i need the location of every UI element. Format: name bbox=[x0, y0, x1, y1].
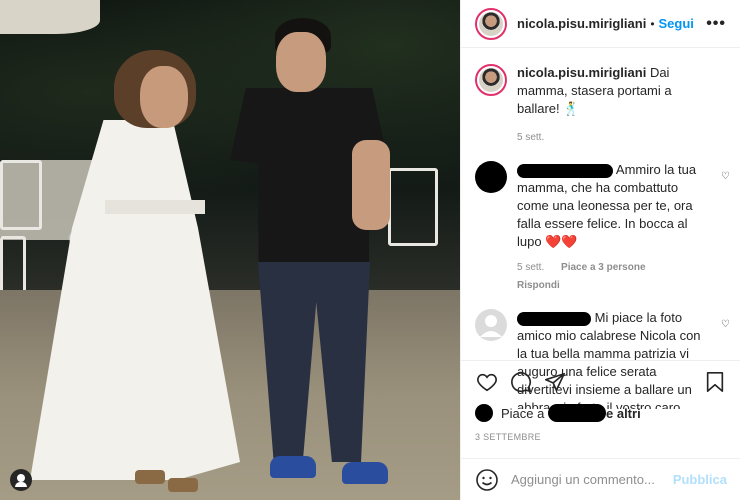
publish-button[interactable]: Pubblica bbox=[673, 472, 727, 487]
woman-shoe bbox=[168, 478, 198, 492]
woman-belt bbox=[105, 200, 205, 214]
likes-suffix: e altri bbox=[606, 405, 641, 421]
post-caption: nicola.pisu.mirigliani Dai mamma, staser… bbox=[461, 48, 740, 118]
likes-summary[interactable]: Piace a e altri bbox=[475, 404, 641, 422]
post-side-panel: nicola.pisu.mirigliani • Segui ••• nicol… bbox=[460, 0, 740, 500]
emoji-icon[interactable] bbox=[475, 468, 499, 492]
background-chair bbox=[0, 160, 42, 230]
caption-time: 5 sett. bbox=[517, 132, 545, 143]
post-actions-bar bbox=[461, 360, 740, 402]
background-umbrella bbox=[0, 0, 100, 34]
comment-like-icon[interactable]: ♡ bbox=[721, 171, 730, 182]
man-shoe bbox=[342, 462, 388, 484]
comment-input[interactable]: Aggiungi un commento... bbox=[511, 472, 655, 487]
comment-avatar[interactable] bbox=[475, 309, 507, 341]
man-arm bbox=[352, 140, 390, 230]
redacted-username bbox=[517, 163, 613, 178]
post-date: 3 SETTEMBRE bbox=[475, 432, 541, 442]
add-comment-bar: Aggiungi un commento... Pubblica bbox=[461, 458, 740, 500]
liker-avatar-redacted bbox=[475, 404, 493, 422]
comment-hearts: ❤️❤️ bbox=[545, 234, 578, 249]
user-tag-icon[interactable] bbox=[10, 469, 32, 491]
share-icon[interactable] bbox=[543, 370, 567, 394]
post-photo[interactable] bbox=[0, 0, 460, 500]
comment-item: Ammiro la tua mamma, che ha combattuto c… bbox=[461, 161, 740, 295]
separator-dot: • bbox=[650, 16, 655, 31]
background-chair bbox=[388, 168, 438, 246]
comment-like-icon[interactable]: ♡ bbox=[721, 319, 730, 330]
redacted-liker bbox=[548, 404, 606, 422]
comment-likes[interactable]: Piace a 3 persone bbox=[561, 262, 646, 273]
heart-icon[interactable] bbox=[475, 370, 499, 394]
caption-avatar[interactable] bbox=[475, 64, 507, 96]
reply-button[interactable]: Rispondi bbox=[517, 280, 560, 291]
follow-button[interactable]: Segui bbox=[659, 16, 694, 31]
more-icon[interactable]: ••• bbox=[706, 15, 726, 33]
likes-prefix: Piace a bbox=[501, 405, 545, 421]
comment-body: Ammiro la tua mamma, che ha combattuto c… bbox=[517, 161, 711, 295]
caption-emoji: 🕺 bbox=[563, 101, 580, 116]
comment-icon[interactable] bbox=[509, 370, 533, 394]
redacted-username bbox=[517, 311, 591, 326]
author-avatar[interactable] bbox=[475, 7, 507, 40]
caption-text: nicola.pisu.mirigliani Dai mamma, staser… bbox=[517, 64, 717, 118]
post-header: nicola.pisu.mirigliani • Segui ••• bbox=[461, 0, 740, 48]
comment-time: 5 sett. bbox=[517, 262, 545, 273]
man-face bbox=[276, 32, 326, 92]
man-shoe bbox=[270, 456, 316, 478]
woman-shoe bbox=[135, 470, 165, 484]
comment-meta: 5 sett. Piace a 3 persone Rispondi bbox=[517, 259, 711, 295]
author-username[interactable]: nicola.pisu.mirigliani bbox=[517, 16, 646, 31]
caption-username[interactable]: nicola.pisu.mirigliani bbox=[517, 65, 646, 80]
woman-face bbox=[140, 66, 188, 128]
comment-avatar-redacted[interactable] bbox=[475, 161, 507, 193]
bookmark-icon[interactable] bbox=[703, 370, 727, 394]
